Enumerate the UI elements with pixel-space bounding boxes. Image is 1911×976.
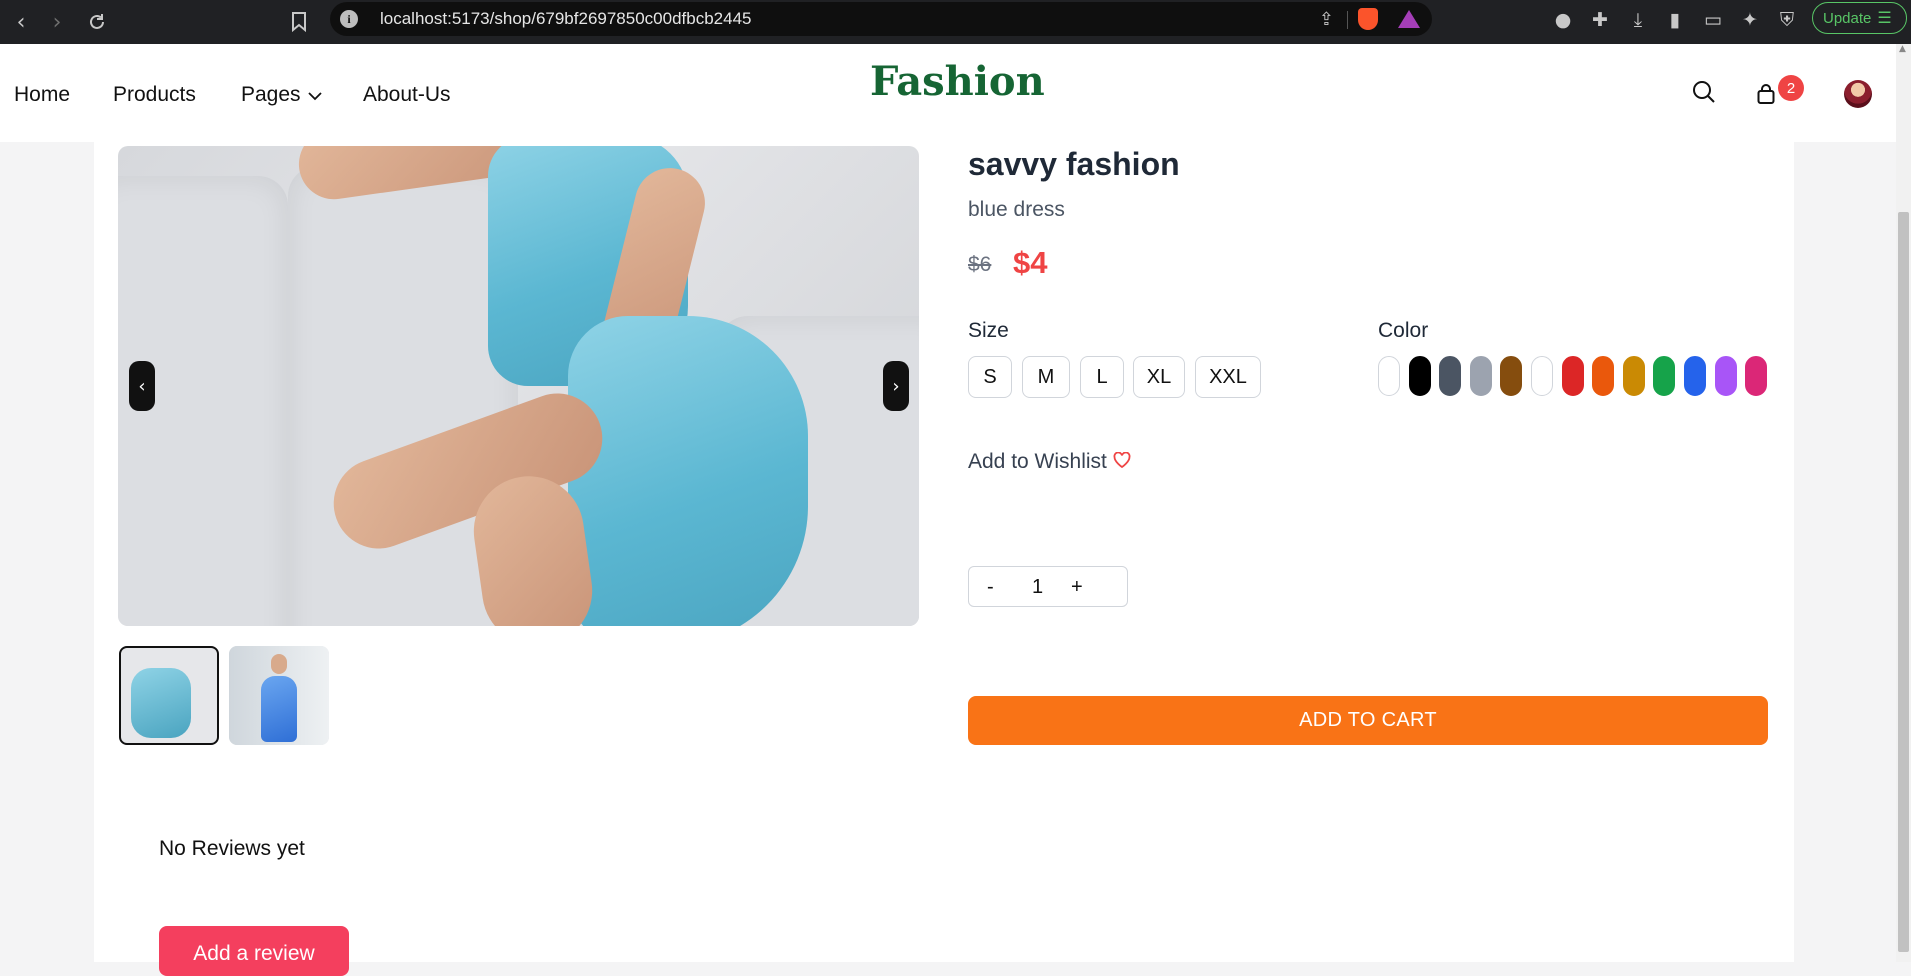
scroll-up-arrow-icon[interactable]: ▲ bbox=[1899, 44, 1908, 54]
color-swatch[interactable] bbox=[1500, 356, 1523, 396]
divider bbox=[1347, 11, 1348, 29]
no-reviews-text: No Reviews yet bbox=[159, 837, 305, 860]
heart-icon bbox=[1113, 451, 1131, 474]
size-option-xxl[interactable]: XXL bbox=[1195, 356, 1261, 398]
url-text[interactable]: localhost:5173/shop/679bf2697850c00dfbcb… bbox=[380, 9, 752, 29]
thumbnail-dress bbox=[261, 676, 297, 742]
nav-pages[interactable]: Pages bbox=[241, 83, 323, 107]
leo-ai-icon[interactable]: ✦ bbox=[1737, 9, 1763, 31]
color-swatch[interactable] bbox=[1622, 356, 1645, 396]
size-option-l[interactable]: L bbox=[1080, 356, 1124, 398]
back-icon[interactable]: ‹ bbox=[6, 7, 36, 37]
add-review-button[interactable]: Add a review bbox=[159, 926, 349, 976]
forward-icon[interactable]: › bbox=[42, 7, 72, 37]
site-header: Home Products Pages About-Us Fashion 2 bbox=[0, 44, 1896, 142]
brave-shields-icon[interactable] bbox=[1358, 8, 1378, 30]
color-swatch[interactable] bbox=[1714, 356, 1737, 396]
brave-rewards-icon[interactable] bbox=[1398, 10, 1420, 28]
nav-about-us[interactable]: About-Us bbox=[363, 83, 451, 107]
chevron-down-icon bbox=[308, 92, 323, 101]
site-info-icon[interactable]: i bbox=[340, 10, 358, 28]
wallet-icon[interactable]: ▭ bbox=[1700, 9, 1726, 31]
thumbnail-dress bbox=[131, 668, 191, 738]
update-label: Update bbox=[1823, 9, 1872, 27]
prev-image-button[interactable]: ‹ bbox=[129, 361, 155, 411]
color-swatch[interactable] bbox=[1378, 356, 1400, 396]
quantity-decrease-button[interactable]: - bbox=[987, 576, 994, 599]
nav-products[interactable]: Products bbox=[113, 83, 196, 107]
quantity-increase-button[interactable]: + bbox=[1071, 576, 1083, 599]
size-option-xl[interactable]: XL bbox=[1133, 356, 1185, 398]
update-button[interactable]: Update ☰ bbox=[1812, 2, 1907, 34]
color-swatch[interactable] bbox=[1439, 356, 1462, 396]
quantity-value[interactable]: 1 bbox=[1032, 576, 1043, 599]
product-main-image bbox=[118, 146, 919, 626]
size-option-m[interactable]: M bbox=[1022, 356, 1070, 398]
dress-skirt-figure bbox=[568, 316, 808, 626]
color-swatch[interactable] bbox=[1592, 356, 1615, 396]
user-avatar[interactable] bbox=[1844, 80, 1872, 108]
add-to-wishlist[interactable]: Add to Wishlist bbox=[968, 450, 1131, 474]
product-subtitle: blue dress bbox=[968, 198, 1065, 221]
download-icon[interactable]: ⤓ bbox=[1625, 9, 1651, 31]
scrollbar-thumb[interactable] bbox=[1898, 212, 1909, 952]
color-swatch[interactable] bbox=[1745, 356, 1768, 396]
bookmark-icon[interactable] bbox=[284, 7, 314, 37]
browser-toolbar: ‹ › i localhost:5173/shop/679bf2697850c0… bbox=[0, 0, 1911, 44]
nav-pages-label: Pages bbox=[241, 83, 301, 106]
nav-home[interactable]: Home bbox=[14, 83, 70, 107]
color-swatch[interactable] bbox=[1531, 356, 1553, 396]
share-icon[interactable]: ⇪ bbox=[1319, 9, 1334, 30]
color-swatch[interactable] bbox=[1561, 356, 1584, 396]
product-title: savvy fashion bbox=[968, 146, 1180, 182]
quantity-stepper: - 1 + bbox=[968, 566, 1128, 607]
vpn-shield-icon[interactable]: ⛨ bbox=[1774, 9, 1800, 31]
thumbnail-2[interactable] bbox=[229, 646, 329, 745]
cart-count-badge: 2 bbox=[1778, 75, 1804, 101]
size-option-s[interactable]: S bbox=[968, 356, 1012, 398]
menu-icon: ☰ bbox=[1877, 10, 1892, 27]
extension-icon[interactable]: ● bbox=[1550, 9, 1576, 31]
extensions-puzzle-icon[interactable]: ✚ bbox=[1587, 9, 1613, 31]
color-swatch[interactable] bbox=[1653, 356, 1676, 396]
sidebar-icon[interactable]: ▮ bbox=[1662, 9, 1688, 31]
color-label: Color bbox=[1378, 319, 1429, 342]
address-bar[interactable]: i localhost:5173/shop/679bf2697850c00dfb… bbox=[330, 2, 1432, 36]
reload-icon[interactable] bbox=[82, 7, 112, 37]
next-image-button[interactable]: › bbox=[883, 361, 909, 411]
sale-price: $4 bbox=[1013, 245, 1048, 280]
search-icon[interactable] bbox=[1692, 80, 1716, 108]
brand-logo[interactable]: Fashion bbox=[870, 58, 1045, 105]
add-to-cart-button[interactable]: ADD TO CART bbox=[968, 696, 1768, 745]
cart-icon[interactable] bbox=[1757, 84, 1775, 108]
thumbnail-head bbox=[271, 654, 287, 674]
size-label: Size bbox=[968, 319, 1009, 342]
thumbnail-1[interactable] bbox=[119, 646, 219, 745]
wishlist-label: Add to Wishlist bbox=[968, 450, 1107, 473]
color-swatch[interactable] bbox=[1469, 356, 1492, 396]
original-price: $6 bbox=[968, 253, 992, 276]
color-swatch[interactable] bbox=[1408, 356, 1431, 396]
color-swatch[interactable] bbox=[1684, 356, 1706, 396]
